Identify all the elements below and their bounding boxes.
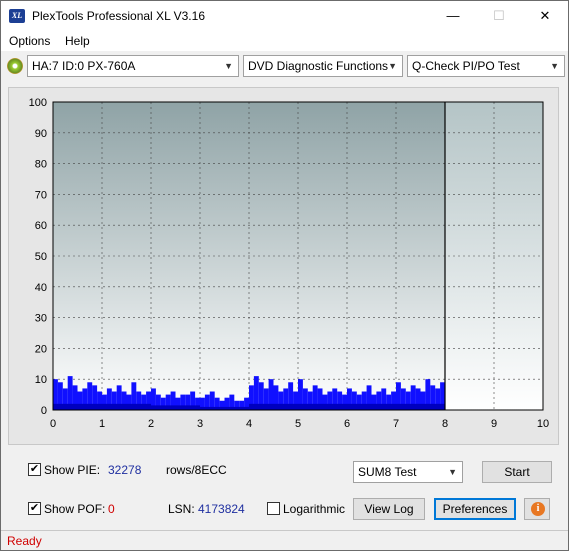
x-tick-label: 0 <box>50 418 56 430</box>
y-tick-label: 80 <box>35 159 47 171</box>
show-pof-label: Show POF: <box>44 502 106 516</box>
status-bar: Ready <box>1 530 568 550</box>
chart-bar <box>298 403 347 410</box>
show-pof-checkbox[interactable]: ✔ <box>28 502 41 515</box>
x-tick-label: 8 <box>442 418 448 430</box>
menu-bar: Options Help <box>1 31 568 51</box>
chevron-down-icon: ▼ <box>550 61 559 71</box>
start-button[interactable]: Start <box>482 461 552 483</box>
disc-icon <box>7 58 23 74</box>
y-tick-label: 30 <box>35 313 47 325</box>
main-window: XL PlexTools Professional XL V3.16 — ☐ ✕… <box>0 0 569 551</box>
drive-select-value: HA:7 ID:0 PX-760A <box>32 59 136 73</box>
y-tick-label: 90 <box>35 128 47 140</box>
preferences-button[interactable]: Preferences <box>434 498 516 520</box>
x-tick-label: 7 <box>393 418 399 430</box>
view-log-button[interactable]: View Log <box>353 498 425 520</box>
x-tick-label: 6 <box>344 418 350 430</box>
y-tick-label: 40 <box>35 282 47 294</box>
pie-unit: rows/8ECC <box>166 463 227 477</box>
chevron-down-icon: ▼ <box>388 61 397 71</box>
function-select-value: DVD Diagnostic Functions <box>248 59 389 73</box>
pipo-chart: 0 10 20 30 40 50 60 70 80 90 100 0 1 2 3 4 5 6 7 8 9 10 <box>29 97 549 430</box>
x-tick-label: 5 <box>295 418 301 430</box>
y-tick-label: 0 <box>41 405 47 417</box>
info-button[interactable]: i <box>524 498 550 520</box>
y-tick-label: 20 <box>35 343 47 355</box>
pie-value: 32278 <box>108 463 142 477</box>
x-tick-label: 10 <box>537 418 549 430</box>
chart-bar <box>151 405 200 410</box>
x-tick-label: 1 <box>99 418 105 430</box>
y-tick-label: 60 <box>35 220 47 232</box>
chart-bar <box>53 403 102 410</box>
pof-value: 0 <box>108 502 115 516</box>
toolbar: HA:7 ID:0 PX-760A ▼ DVD Diagnostic Funct… <box>1 53 568 79</box>
chart-bar <box>249 403 298 410</box>
y-tick-label: 100 <box>29 97 47 109</box>
x-tick-label: 9 <box>491 418 497 430</box>
chart-bar <box>102 403 151 410</box>
x-tick-label: 4 <box>246 418 252 430</box>
lsn-value: 4173824 <box>198 502 245 516</box>
x-tick-label: 2 <box>148 418 154 430</box>
chart-panel: 0 10 20 30 40 50 60 70 80 90 100 0 1 2 3 4 5 6 7 8 9 10 <box>8 87 559 445</box>
maximize-button[interactable]: ☐ <box>476 1 522 31</box>
drive-select[interactable]: HA:7 ID:0 PX-760A ▼ <box>27 55 239 77</box>
plextools-logo-icon: XL <box>9 9 25 23</box>
chevron-down-icon: ▼ <box>448 467 457 477</box>
info-icon: i <box>531 502 545 516</box>
test-select-value: Q-Check PI/PO Test <box>412 59 520 73</box>
lsn-label: LSN: <box>168 502 195 516</box>
chart-bar <box>396 403 445 410</box>
window-title: PlexTools Professional XL V3.16 <box>32 9 205 23</box>
function-select[interactable]: DVD Diagnostic Functions ▼ <box>243 55 403 77</box>
y-tick-label: 10 <box>35 374 47 386</box>
logarithmic-label: Logarithmic <box>283 502 346 516</box>
close-button[interactable]: ✕ <box>522 1 568 31</box>
show-pie-label: Show PIE: <box>44 463 101 477</box>
menu-help[interactable]: Help <box>65 34 90 48</box>
title-bar: XL PlexTools Professional XL V3.16 — ☐ ✕ <box>1 1 568 31</box>
chevron-down-icon: ▼ <box>224 61 233 71</box>
show-pie-checkbox[interactable]: ✔ <box>28 463 41 476</box>
test-select[interactable]: Q-Check PI/PO Test ▼ <box>407 55 565 77</box>
y-tick-label: 50 <box>35 251 47 263</box>
chart-bar <box>347 403 396 410</box>
sum-test-value: SUM8 Test <box>358 465 417 479</box>
logarithmic-checkbox[interactable] <box>267 502 280 515</box>
status-text: Ready <box>7 534 42 548</box>
x-tick-label: 3 <box>197 418 203 430</box>
menu-options[interactable]: Options <box>9 34 50 48</box>
y-tick-label: 70 <box>35 189 47 201</box>
sum-test-select[interactable]: SUM8 Test ▼ <box>353 461 463 483</box>
minimize-button[interactable]: — <box>430 1 476 31</box>
controls-panel: ✔ Show PIE: 32278 rows/8ECC SUM8 Test ▼ … <box>8 453 559 523</box>
